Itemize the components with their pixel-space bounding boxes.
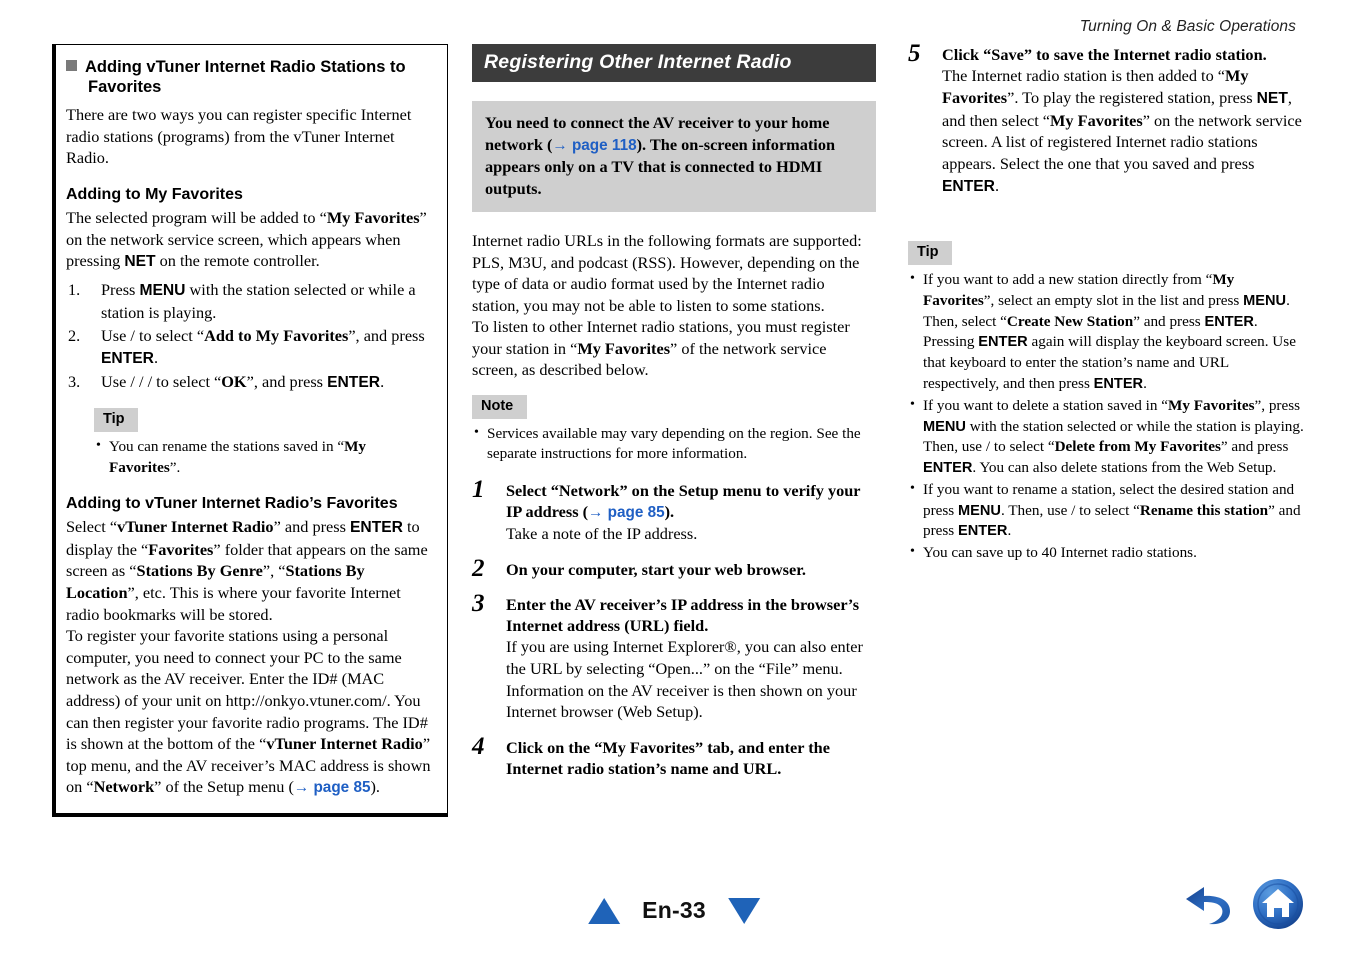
running-header: Turning On & Basic Operations [1079, 18, 1296, 35]
framed-section-box: Adding vTuner Internet Radio Stations to… [52, 44, 448, 817]
section-heading-adding-favorites: Adding vTuner Internet Radio Stations to… [66, 57, 435, 97]
numbered-steps-list: 1. Press MENU with the station selected o… [66, 279, 435, 394]
step-3: 3 Enter the AV receiver’s IP address in … [472, 590, 876, 723]
step-1: 1 Select “Network” on the Setup menu to … [472, 476, 876, 545]
step-description: The Internet radio station is then added… [942, 66, 1302, 195]
step-number: 3 [472, 590, 485, 618]
url-formats-paragraph: Internet radio URLs in the following for… [472, 231, 862, 315]
triangle-down-icon[interactable] [727, 897, 760, 924]
page-cross-reference-85[interactable]: → page 85 [588, 504, 665, 521]
list-item: 1. Press MENU with the station selected o… [68, 279, 416, 322]
footer-icon-group [1182, 878, 1304, 930]
home-icon[interactable] [1252, 878, 1304, 930]
network-requirement-callout: You need to connect the AV receiver to y… [472, 101, 876, 213]
step-5: 5 Click “Save” to save the Internet radi… [908, 40, 1304, 197]
page-label: En-33 [642, 897, 706, 923]
section-banner-registering-other-internet-radio: Registering Other Internet Radio [472, 44, 876, 82]
note-badge: Note [472, 395, 528, 419]
note-bullet-list: Services available may vary depending on… [472, 423, 876, 465]
subheading-adding-to-my-favorites: Adding to My Favorites [66, 185, 243, 203]
step-title: Click “Save” to save the Internet radio … [942, 45, 1267, 64]
list-number: 3. [68, 372, 81, 392]
list-item: 3. Use / / / to select “OK”, and press EN… [68, 372, 385, 392]
list-item: If you want to delete a station saved in… [908, 395, 1304, 479]
column-middle: Registering Other Internet Radio You nee… [448, 44, 900, 793]
tip-badge: Tip [94, 408, 139, 432]
list-item: If you want to rename a station, select … [908, 479, 1304, 542]
step-title: On your computer, start your web browser… [506, 559, 807, 579]
step-number: 1 [472, 476, 485, 504]
column-right: 5 Click “Save” to save the Internet radi… [900, 40, 1348, 565]
list-item: You can rename the stations saved in “My… [94, 436, 435, 478]
footer-navigation: En-33 [0, 876, 1348, 936]
page-cross-reference-118[interactable]: → page 118 [552, 137, 636, 154]
step-title: Click on the “My Favorites” tab, and ent… [506, 738, 830, 779]
step-title: Select “Network” on the Setup menu to ve… [506, 481, 861, 522]
vtuner-favorites-paragraph-1: Select “vTuner Internet Radio” and press… [66, 517, 428, 624]
list-number: 2. [68, 326, 81, 346]
tip-block-column1: Tip You can rename the stations saved in… [94, 408, 435, 478]
vtuner-favorites-paragraph-2: To register your favorite stations using… [66, 626, 431, 797]
register-station-paragraph: To listen to other Internet radio statio… [472, 317, 850, 380]
subheading-vtuner-favorites: Adding to vTuner Internet Radio’s Favori… [66, 495, 398, 513]
column-left: Adding vTuner Internet Radio Stations to… [0, 44, 448, 817]
tip-badge-wrap: Tip [908, 241, 1304, 266]
tip-bullet-list: If you want to add a new station directl… [908, 269, 1304, 564]
step-2: 2 On your computer, start your web brows… [472, 554, 876, 582]
list-item: Services available may vary depending on… [472, 423, 876, 465]
list-item: 2. Use / to select “Add to My Favorites”,… [68, 326, 425, 367]
step-number: 2 [472, 554, 485, 582]
step-number: 4 [472, 733, 485, 761]
bullet-square-icon [66, 60, 77, 71]
page-nav-group: En-33 [588, 897, 760, 924]
step-title: Enter the AV receiver’s IP address in th… [506, 595, 860, 636]
step-number: 5 [908, 40, 921, 67]
intro-paragraph: There are two ways you can register spec… [66, 105, 412, 168]
step-4: 4 Click on the “My Favorites” tab, and e… [472, 733, 876, 779]
my-favorites-intro: The selected program will be added to “M… [66, 207, 427, 271]
tip-badge: Tip [908, 241, 953, 266]
page-columns: Adding vTuner Internet Radio Stations to… [0, 40, 1348, 817]
tip-bullet-list: You can rename the stations saved in “My… [94, 436, 435, 478]
step-description: Take a note of the IP address. [506, 524, 698, 544]
tip-badge-wrap: Tip [94, 408, 435, 432]
list-item: You can save up to 40 Internet radio sta… [908, 542, 1304, 564]
list-item: If you want to add a new station directl… [908, 269, 1304, 395]
step-description: If you are using Internet Explorer®, you… [506, 637, 863, 722]
back-arrow-icon[interactable] [1182, 881, 1236, 927]
page-cross-reference-85[interactable]: → page 85 [294, 779, 371, 796]
list-number: 1. [68, 279, 81, 299]
note-badge-wrap: Note [472, 395, 876, 419]
triangle-up-icon[interactable] [588, 897, 621, 924]
